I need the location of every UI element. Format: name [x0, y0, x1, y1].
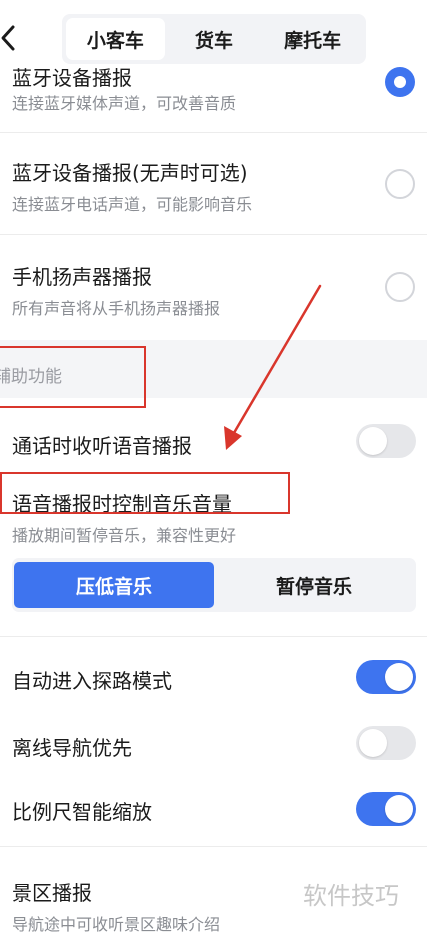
toggle-knob [385, 663, 413, 691]
offline-nav-toggle[interactable] [356, 726, 416, 760]
call-voice-toggle[interactable] [356, 424, 416, 458]
lower-music-button[interactable]: 压低音乐 [14, 562, 214, 608]
offline-nav-row[interactable]: 离线导航优先 [0, 712, 427, 774]
radio-selected[interactable] [385, 67, 415, 97]
option-title: 蓝牙设备播报 [12, 66, 132, 90]
scale-zoom-toggle[interactable] [356, 792, 416, 826]
top-bar: 小客车 货车 摩托车 [0, 0, 427, 64]
option-subtitle: 所有声音将从手机扬声器播报 [12, 299, 221, 318]
explore-mode-row[interactable]: 自动进入探路模式 [0, 640, 427, 712]
row-title: 比例尺智能缩放 [12, 800, 152, 824]
radio-unselected[interactable] [385, 272, 415, 302]
call-voice-row[interactable]: 通话时收听语音播报 [0, 400, 427, 466]
row-title: 景区播报 [12, 881, 92, 905]
vehicle-type-tabs: 小客车 货车 摩托车 [62, 14, 366, 64]
option-subtitle: 连接蓝牙媒体声道，可改善音质 [12, 94, 237, 113]
row-subtitle: 导航途中可收听景区趣味介绍 [12, 915, 221, 934]
music-mode-selector: 压低音乐 暂停音乐 [12, 558, 416, 612]
pause-music-button[interactable]: 暂停音乐 [214, 562, 414, 608]
scale-zoom-row[interactable]: 比例尺智能缩放 [0, 774, 427, 840]
toggle-knob [359, 427, 387, 455]
radio-unselected[interactable] [385, 169, 415, 199]
option-subtitle: 连接蓝牙电话声道，可能影响音乐 [12, 195, 253, 214]
annotation-box [0, 346, 146, 408]
back-arrow-icon[interactable] [0, 24, 18, 52]
toggle-knob [385, 795, 413, 823]
tab-truck[interactable]: 货车 [165, 18, 264, 60]
toggle-knob [359, 729, 387, 757]
phone-speaker-option[interactable]: 手机扬声器播报 所有声音将从手机扬声器播报 [0, 235, 427, 339]
divider [0, 636, 427, 637]
row-title: 通话时收听语音播报 [12, 434, 192, 458]
annotation-box [0, 472, 290, 514]
explore-mode-toggle[interactable] [356, 660, 416, 694]
bluetooth-call-option[interactable]: 蓝牙设备播报(无声时可选) 连接蓝牙电话声道，可能影响音乐 [0, 133, 427, 231]
option-title: 蓝牙设备播报(无声时可选) [12, 161, 248, 185]
watermark-text: 软件技巧 [303, 882, 399, 910]
tab-car[interactable]: 小客车 [66, 18, 165, 60]
tab-motorcycle[interactable]: 摩托车 [263, 18, 362, 60]
row-title: 自动进入探路模式 [12, 669, 172, 693]
row-title: 离线导航优先 [12, 736, 132, 760]
row-subtitle: 播放期间暂停音乐，兼容性更好 [12, 526, 237, 545]
option-title: 手机扬声器播报 [12, 265, 152, 289]
